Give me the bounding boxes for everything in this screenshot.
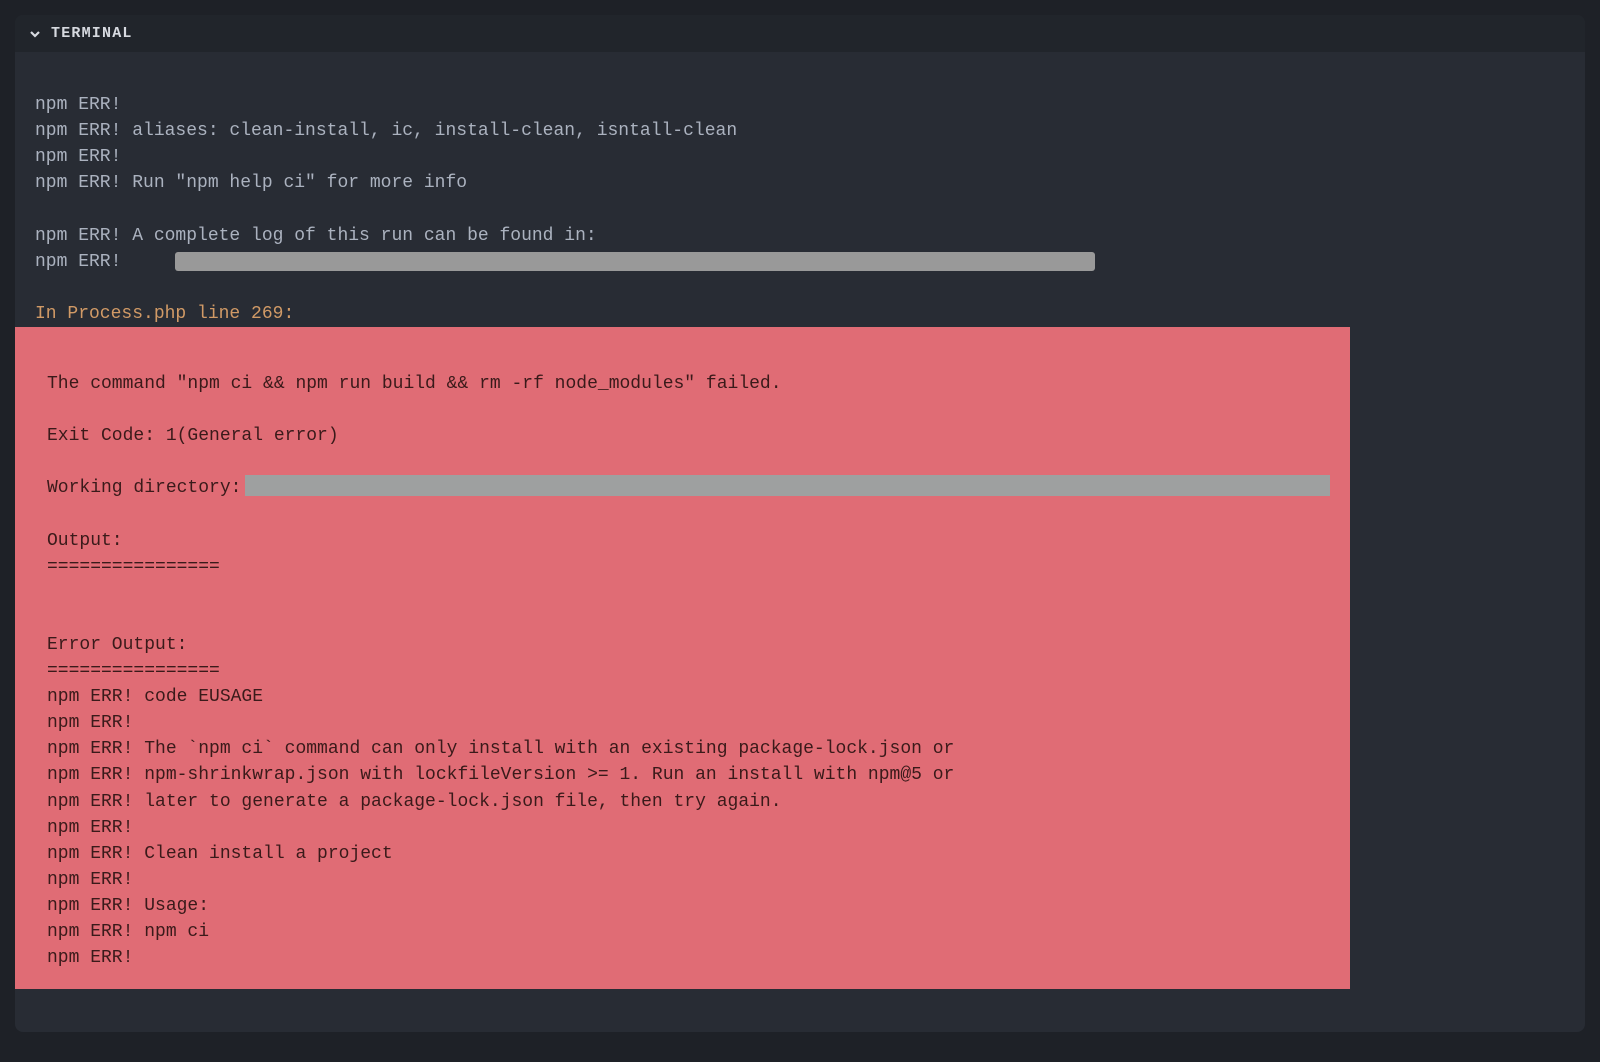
blank-line bbox=[47, 449, 1330, 475]
wd-label: Working directory: bbox=[47, 475, 241, 501]
log-line: npm ERR! Run "npm help ci" for more info bbox=[35, 170, 1565, 196]
blank-line bbox=[47, 502, 1330, 528]
terminal-output[interactable]: npm ERR! npm ERR! aliases: clean-install… bbox=[15, 52, 1585, 1032]
error-line: npm ERR! code EUSAGE bbox=[47, 684, 1330, 710]
log-prefix: npm ERR! bbox=[35, 252, 175, 272]
log-line: npm ERR! bbox=[35, 144, 1565, 170]
error-line: npm ERR! Usage: bbox=[47, 893, 1330, 919]
redacted-path bbox=[245, 475, 1330, 496]
working-directory-line: Working directory: bbox=[47, 475, 1330, 501]
panel-title: TERMINAL bbox=[51, 23, 133, 44]
error-line: Error Output: bbox=[47, 632, 1330, 658]
error-line: npm ERR! npm-shrinkwrap.json with lockfi… bbox=[47, 762, 1330, 788]
error-block: The command "npm ci && npm run build && … bbox=[15, 327, 1350, 989]
log-line: npm ERR! bbox=[35, 249, 1565, 275]
log-line: npm ERR! bbox=[35, 92, 1565, 118]
blank-line bbox=[47, 580, 1330, 606]
blank-line bbox=[35, 66, 1565, 92]
error-line: ================ bbox=[47, 658, 1330, 684]
blank-line bbox=[47, 345, 1330, 371]
error-line: npm ERR! npm ci bbox=[47, 919, 1330, 945]
chevron-down-icon[interactable] bbox=[29, 28, 41, 40]
panel-header[interactable]: TERMINAL bbox=[15, 15, 1585, 52]
process-error-line: In Process.php line 269: bbox=[35, 301, 1565, 327]
log-line: npm ERR! A complete log of this run can … bbox=[35, 223, 1565, 249]
blank-line bbox=[35, 275, 1565, 301]
log-line: npm ERR! aliases: clean-install, ic, ins… bbox=[35, 118, 1565, 144]
error-line: Output: bbox=[47, 528, 1330, 554]
error-line: ================ bbox=[47, 554, 1330, 580]
error-line: Exit Code: 1(General error) bbox=[47, 423, 1330, 449]
error-line: npm ERR! bbox=[47, 710, 1330, 736]
error-line: npm ERR! bbox=[47, 945, 1330, 971]
error-line: npm ERR! bbox=[47, 815, 1330, 841]
blank-line bbox=[47, 397, 1330, 423]
error-line: npm ERR! later to generate a package-loc… bbox=[47, 789, 1330, 815]
error-line: npm ERR! Clean install a project bbox=[47, 841, 1330, 867]
blank-line bbox=[35, 196, 1565, 222]
terminal-panel: TERMINAL npm ERR! npm ERR! aliases: clea… bbox=[15, 15, 1585, 1032]
error-line: npm ERR! The `npm ci` command can only i… bbox=[47, 736, 1330, 762]
error-line: The command "npm ci && npm run build && … bbox=[47, 371, 1330, 397]
redacted-path bbox=[175, 252, 1095, 272]
blank-line bbox=[47, 606, 1330, 632]
error-line: npm ERR! bbox=[47, 867, 1330, 893]
